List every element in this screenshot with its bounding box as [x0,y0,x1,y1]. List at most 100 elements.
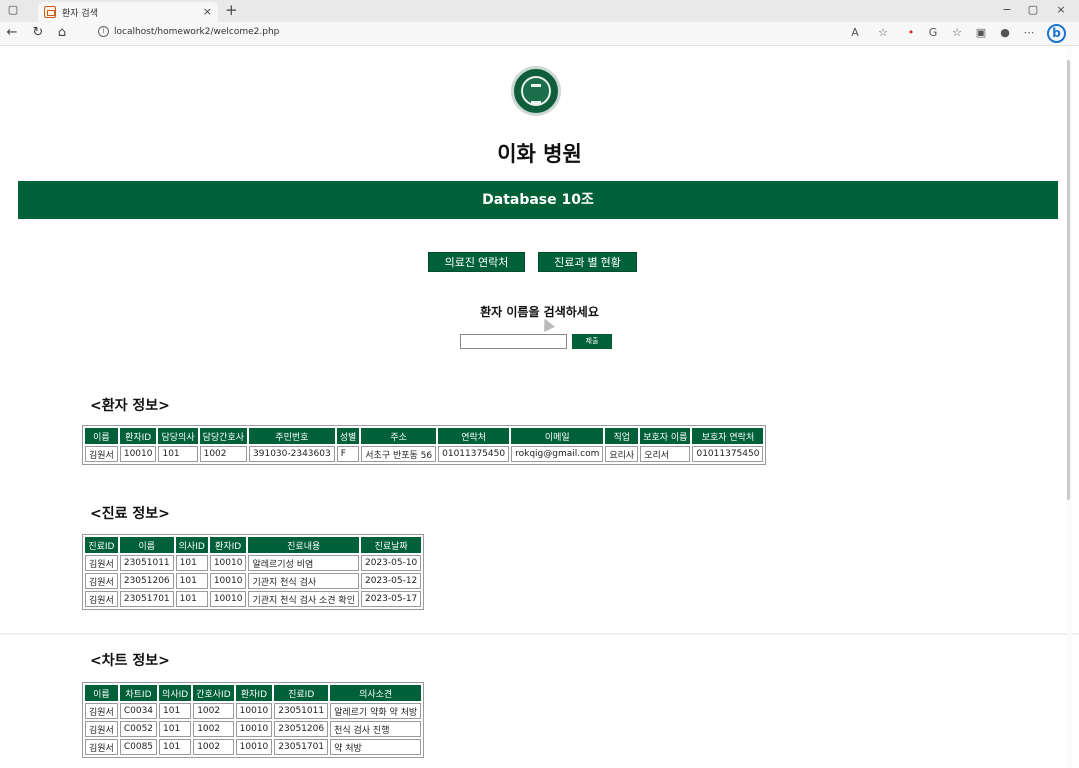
patient-name-input[interactable] [460,334,567,349]
column-header: 보호자 연락처 [692,428,764,444]
table-cell: C0052 [119,721,158,737]
table-cell: 1002 [199,446,248,462]
table-header-row: 이름 차트ID 의사ID 간호사ID 환자ID 진료ID 의사소견 [85,685,422,701]
table-row: 김원서 C0052 101 1002 10010 23051206 천식 검사 진행 [85,721,422,737]
column-header: 이름 [85,428,118,444]
table-cell: F [336,446,360,462]
column-header: 보호자 이름 [640,428,691,444]
table-cell: 23051206 [274,721,329,737]
table-cell: 김원서 [85,555,118,571]
table-cell: 서초구 반포동 56 [361,446,437,462]
table-cell: 10010 [209,591,247,607]
table-cell: 101 [175,555,208,571]
table-cell: 1002 [193,703,234,719]
tab-actions-icon[interactable]: ▢ [6,3,20,17]
table-cell: 약 처방 [330,739,422,755]
chart-section-title: <차트 정보> [90,653,170,669]
collections-icon[interactable]: ▣ [974,26,988,39]
table-cell: 23051701 [119,591,174,607]
new-tab-button[interactable]: + [225,1,238,19]
table-cell: 23051701 [274,739,329,755]
table-cell: C0034 [119,703,158,719]
patient-section-title: <환자 정보> [90,398,170,414]
favorite-icon[interactable]: ☆ [876,26,890,39]
table-cell: 알레르기성 비염 [248,555,359,571]
more-icon[interactable]: ⋯ [1022,26,1036,39]
table-cell: 기관지 천식 검사 소견 확인 [248,591,359,607]
profile-icon[interactable]: ● [998,26,1012,39]
tab-title: 환자 검색 [62,9,98,19]
site-info-icon[interactable]: i [98,26,109,37]
table-cell: 김원서 [85,446,118,462]
table-cell: 10010 [235,739,273,755]
table-cell: 101 [175,573,208,589]
tab-close-icon[interactable]: × [203,5,212,18]
back-icon[interactable]: ← [4,25,20,40]
address-bar: ← ↻ ⌂ i localhost/homework2/welcome2.php… [0,22,1079,46]
minimize-button[interactable]: − [1000,3,1014,17]
table-cell: 1002 [193,739,234,755]
browser-tab-bar: ▢ 환자 검색 × + − ▢ × [0,0,1079,22]
maximize-button[interactable]: ▢ [1026,3,1040,17]
table-cell: 391030-2343603 [249,446,335,462]
column-header: 담당간호사 [199,428,248,444]
window-close-button[interactable]: × [1054,3,1068,17]
table-cell: 101 [175,591,208,607]
submit-button[interactable]: 제출 [572,334,612,349]
staff-contact-button[interactable]: 의료진 연락처 [428,252,525,272]
table-cell: 김원서 [85,591,118,607]
table-row: 김원서 23051701 101 10010 기관지 천식 검사 소견 확인 2023-0… [85,591,422,607]
table-cell: 10010 [119,446,157,462]
favorites-bar-icon[interactable]: ☆ [950,26,964,39]
copilot-icon[interactable]: G [926,26,940,39]
table-cell: 23051011 [119,555,174,571]
table-cell: C0085 [119,739,158,755]
bing-icon[interactable]: b [1047,24,1066,43]
column-header: 차트ID [119,685,158,701]
refresh-icon[interactable]: ↻ [30,25,46,40]
divider [0,633,1079,635]
table-row: 김원서 23051206 101 10010 기관지 천식 검사 2023-05-12 [85,573,422,589]
column-header: 주민번호 [249,428,335,444]
department-status-button[interactable]: 진료과 별 현황 [538,252,637,272]
table-row: 김원서 C0034 101 1002 10010 23051011 알레르기 약화 약 처방 [85,703,422,719]
treatment-section-title: <진료 정보> [90,506,170,522]
table-cell: 23051011 [274,703,329,719]
table-cell: 천식 검사 진행 [330,721,422,737]
browser-tab[interactable]: 환자 검색 × [38,2,218,22]
table-header-row: 진료ID 이름 의사ID 환자ID 진료내용 진료날짜 [85,537,422,553]
table-cell: 기관지 천식 검사 [248,573,359,589]
table-row: 김원서 23051011 101 10010 알레르기성 비염 2023-05-10 [85,555,422,571]
column-header: 성별 [336,428,360,444]
table-cell: 1002 [193,721,234,737]
table-cell: 김원서 [85,703,118,719]
column-header: 의사소견 [330,685,422,701]
home-icon[interactable]: ⌂ [54,25,70,40]
table-cell: 2023-05-17 [360,591,422,607]
table-row: 김원서 C0085 101 1002 10010 23051701 약 처방 [85,739,422,755]
column-header: 이름 [119,537,174,553]
table-cell: 2023-05-12 [360,573,422,589]
table-cell: 10010 [209,555,247,571]
column-header: 진료ID [274,685,329,701]
table-cell: 오리서 [640,446,691,462]
read-aloud-icon[interactable]: A [848,26,862,39]
search-title: 환자 이름을 검색하세요 [480,305,599,319]
column-header: 진료내용 [248,537,359,553]
scrollbar-thumb[interactable] [1067,60,1070,500]
treatment-table: 진료ID 이름 의사ID 환자ID 진료내용 진료날짜 김원서 23051011 101 100… [82,534,425,610]
table-header-row: 이름 환자ID 담당의사 담당간호사 주민번호 성별 주소 연락처 이메일 직업 보호자 이름 보호자… [85,428,764,444]
page-favicon-icon [44,6,56,18]
table-cell: 10010 [209,573,247,589]
column-header: 담당의사 [158,428,198,444]
table-cell: 01011375450 [438,446,510,462]
extension-icon[interactable]: • [904,26,918,39]
column-header: 진료ID [85,537,118,553]
column-header: 간호사ID [193,685,234,701]
table-cell: 김원서 [85,573,118,589]
url-field[interactable]: localhost/homework2/welcome2.php [114,27,279,37]
table-cell: 10010 [235,721,273,737]
hospital-logo [511,66,561,116]
table-cell: 101 [159,721,192,737]
table-cell: 2023-05-10 [360,555,422,571]
